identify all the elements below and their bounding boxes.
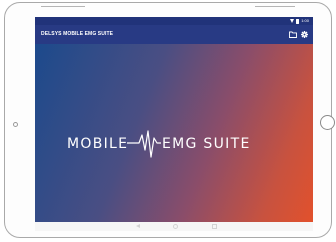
app-bar: DELSYS MOBILE EMG SUITE	[35, 25, 313, 44]
logo-text-left: MOBILE	[67, 136, 128, 152]
tablet-edge-left-detail	[41, 6, 85, 7]
app-screen: 1:00 DELSYS MOBILE EMG SUITE MOBILE EMG …	[35, 17, 313, 231]
status-bar: 1:00	[35, 17, 313, 25]
hardware-home-button[interactable]	[320, 115, 335, 130]
front-camera	[13, 122, 18, 127]
system-nav-bar	[35, 222, 313, 231]
app-logo: MOBILE EMG SUITE	[67, 130, 251, 158]
home-icon[interactable]	[173, 224, 178, 229]
logo-text-right: EMG SUITE	[162, 136, 251, 152]
app-title: DELSYS MOBILE EMG SUITE	[41, 31, 114, 37]
status-icons: 1:00	[290, 17, 309, 25]
tablet-frame: 1:00 DELSYS MOBILE EMG SUITE MOBILE EMG …	[4, 2, 335, 238]
splash-background: MOBILE EMG SUITE	[35, 44, 313, 222]
back-icon[interactable]	[136, 224, 140, 228]
recent-apps-icon[interactable]	[212, 224, 217, 229]
wifi-icon	[290, 19, 295, 23]
battery-icon	[296, 18, 300, 24]
emg-pulse-icon	[127, 130, 161, 158]
tablet-edge-right-detail	[255, 6, 295, 7]
folder-icon[interactable]	[289, 31, 297, 38]
gear-icon[interactable]	[301, 31, 308, 38]
status-time: 1:00	[301, 18, 309, 23]
